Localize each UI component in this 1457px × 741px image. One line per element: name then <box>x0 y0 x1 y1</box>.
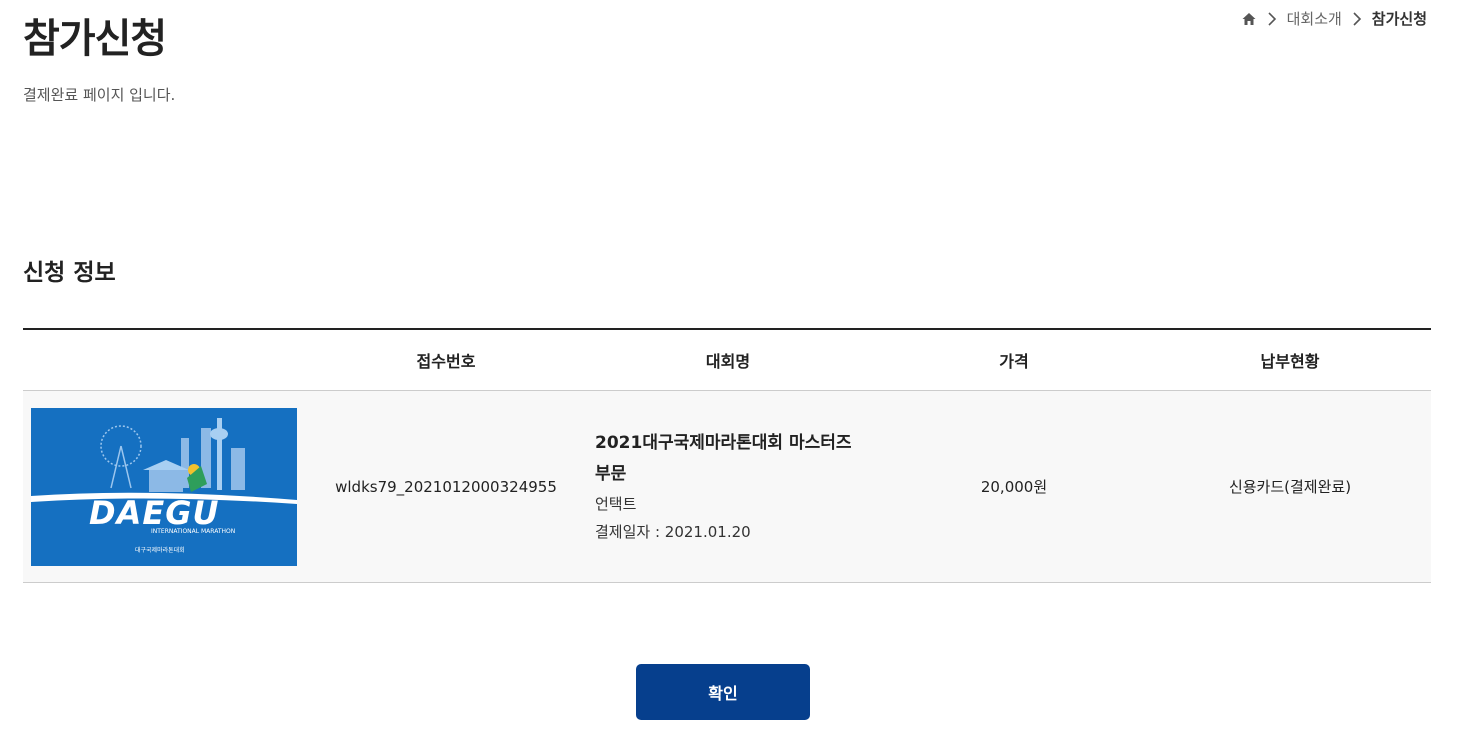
header-payment-status: 납부현황 <box>1260 352 1320 371</box>
table-header: 접수번호 대회명 가격 납부현황 <box>23 328 1431 391</box>
race-title-line2: 부문 <box>595 463 627 484</box>
price-value: 20,000원 <box>980 478 1048 496</box>
header-receipt-no: 접수번호 <box>416 352 476 371</box>
race-logo-org: 대구국제마라톤대회 <box>135 546 185 554</box>
header-price: 가격 <box>999 352 1029 371</box>
race-info: 2021대구국제마라톤대회 마스터즈 부문 언택트 결제일자 : 2021.01… <box>577 428 879 546</box>
home-icon[interactable] <box>1241 11 1257 27</box>
race-thumbnail-cell: DAEGU INTERNATIONAL MARATHON 대구국제마라톤대회 <box>23 407 315 566</box>
table-row: DAEGU INTERNATIONAL MARATHON 대구국제마라톤대회 w… <box>23 391 1431 583</box>
race-type: 언택트 <box>595 494 637 513</box>
race-logo-text: DAEGU <box>89 493 220 532</box>
page-subtitle: 결제완료 페이지 입니다. <box>23 86 176 104</box>
breadcrumb-item-current: 참가신청 <box>1371 10 1427 28</box>
header-race-name: 대회명 <box>705 352 751 371</box>
chevron-right-icon <box>1352 11 1362 26</box>
application-table: 접수번호 대회명 가격 납부현황 DAEGU INTERNATIONAL MAR… <box>23 328 1431 583</box>
city-skyline-illustration <box>31 417 297 504</box>
breadcrumb: 대회소개 참가신청 <box>1241 8 1427 29</box>
payment-status: 신용카드(결제완료) <box>1228 478 1352 496</box>
chevron-right-icon <box>1267 11 1277 26</box>
race-thumbnail: DAEGU INTERNATIONAL MARATHON 대구국제마라톤대회 <box>31 407 297 566</box>
race-title-line1: 2021대구국제마라톤대회 마스터즈 <box>595 432 852 453</box>
section-title: 신청 정보 <box>23 260 116 286</box>
breadcrumb-item-intro[interactable]: 대회소개 <box>1287 8 1342 29</box>
confirm-button[interactable]: 확인 <box>636 664 810 720</box>
payment-date: 결제일자 : 2021.01.20 <box>595 522 751 541</box>
race-logo-subtext: INTERNATIONAL MARATHON <box>151 527 236 535</box>
receipt-number: wldks79_2021012000324955 <box>335 477 557 496</box>
page-title: 참가신청 <box>23 16 167 62</box>
